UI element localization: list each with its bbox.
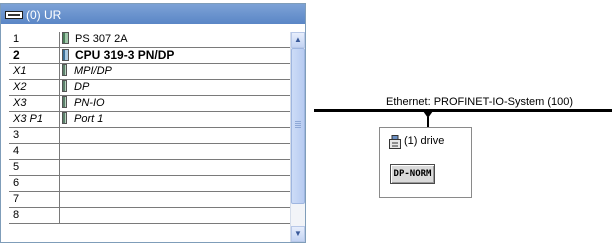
- device-type-badge[interactable]: DP-NORM: [390, 164, 435, 184]
- cpu-icon: [62, 49, 69, 61]
- rack-row[interactable]: 4: [9, 143, 290, 160]
- rack-title: (0) UR: [26, 7, 62, 22]
- module-name: MPI/DP: [74, 65, 112, 77]
- network-bus-label: Ethernet: PROFINET-IO-System (100): [386, 96, 574, 108]
- module-cell[interactable]: MPI/DP: [59, 63, 290, 80]
- module-cell[interactable]: [59, 143, 290, 160]
- rack-row[interactable]: 2 CPU 319-3 PN/DP: [9, 47, 290, 64]
- device-label: (1) drive: [404, 135, 445, 147]
- slot-number: 5: [9, 159, 60, 176]
- slot-number: X2: [9, 79, 60, 96]
- slot-number: 2: [9, 47, 60, 64]
- slot-number: 8: [9, 207, 60, 224]
- module-icon: [62, 32, 69, 44]
- slot-number: X3 P1: [9, 111, 60, 128]
- module-name: CPU 319-3 PN/DP: [75, 48, 175, 62]
- scroll-up-button[interactable]: ▲: [291, 32, 305, 48]
- slot-number: 1: [9, 32, 60, 48]
- module-cell[interactable]: CPU 319-3 PN/DP: [59, 47, 290, 64]
- rack-row[interactable]: 7: [9, 191, 290, 208]
- profinet-bus-line[interactable]: [314, 109, 612, 112]
- scroll-thumb[interactable]: [291, 48, 305, 204]
- module-cell[interactable]: [59, 191, 290, 208]
- module-cell[interactable]: [59, 127, 290, 144]
- module-name: Port 1: [74, 113, 104, 125]
- module-cell[interactable]: [59, 175, 290, 192]
- io-device-icon: [389, 135, 401, 149]
- module-cell[interactable]: PS 307 2A: [59, 32, 290, 48]
- rack-row[interactable]: X1 MPI/DP: [9, 63, 290, 80]
- rack-row[interactable]: X3 PN-IO: [9, 95, 290, 112]
- slot-number: 4: [9, 143, 60, 160]
- rack-title-bar[interactable]: (0) UR: [1, 4, 305, 24]
- rack-row[interactable]: 3: [9, 127, 290, 144]
- slot-number: X1: [9, 63, 60, 80]
- io-device-box[interactable]: (1) drive DP-NORM: [379, 127, 472, 198]
- rack-row[interactable]: 6: [9, 175, 290, 192]
- module-cell[interactable]: Port 1: [59, 111, 290, 128]
- vertical-scrollbar[interactable]: ▲ ▼: [290, 32, 305, 242]
- module-cell[interactable]: PN-IO: [59, 95, 290, 112]
- module-name: DP: [74, 81, 90, 93]
- submodule-icon: [62, 80, 67, 92]
- module-cell[interactable]: [59, 207, 290, 224]
- rack-row[interactable]: 1 PS 307 2A: [9, 32, 290, 48]
- submodule-icon: [62, 96, 67, 108]
- slot-number: 3: [9, 127, 60, 144]
- rack-window[interactable]: (0) UR 1 PS 307 2A 2 CPU 319-3 PN/DP X1 MPI/D…: [0, 3, 306, 243]
- module-name: PN-IO: [74, 97, 105, 109]
- rack-row[interactable]: 5: [9, 159, 290, 176]
- submodule-icon: [62, 112, 67, 124]
- scroll-down-button[interactable]: ▼: [291, 226, 305, 242]
- module-cell[interactable]: DP: [59, 79, 290, 96]
- submodule-icon: [62, 64, 67, 76]
- rack-icon: [5, 11, 23, 19]
- module-name: PS 307 2A: [75, 33, 128, 45]
- module-cell[interactable]: [59, 159, 290, 176]
- rack-row[interactable]: 8: [9, 207, 290, 224]
- slot-number: 6: [9, 175, 60, 192]
- slot-number: X3: [9, 95, 60, 112]
- rack-row[interactable]: X2 DP: [9, 79, 290, 96]
- rack-slot-table: 1 PS 307 2A 2 CPU 319-3 PN/DP X1 MPI/DP X2 DP X3…: [9, 32, 290, 224]
- rack-row[interactable]: X3 P1 Port 1: [9, 111, 290, 128]
- slot-number: 7: [9, 191, 60, 208]
- bus-connection-line: [427, 117, 429, 127]
